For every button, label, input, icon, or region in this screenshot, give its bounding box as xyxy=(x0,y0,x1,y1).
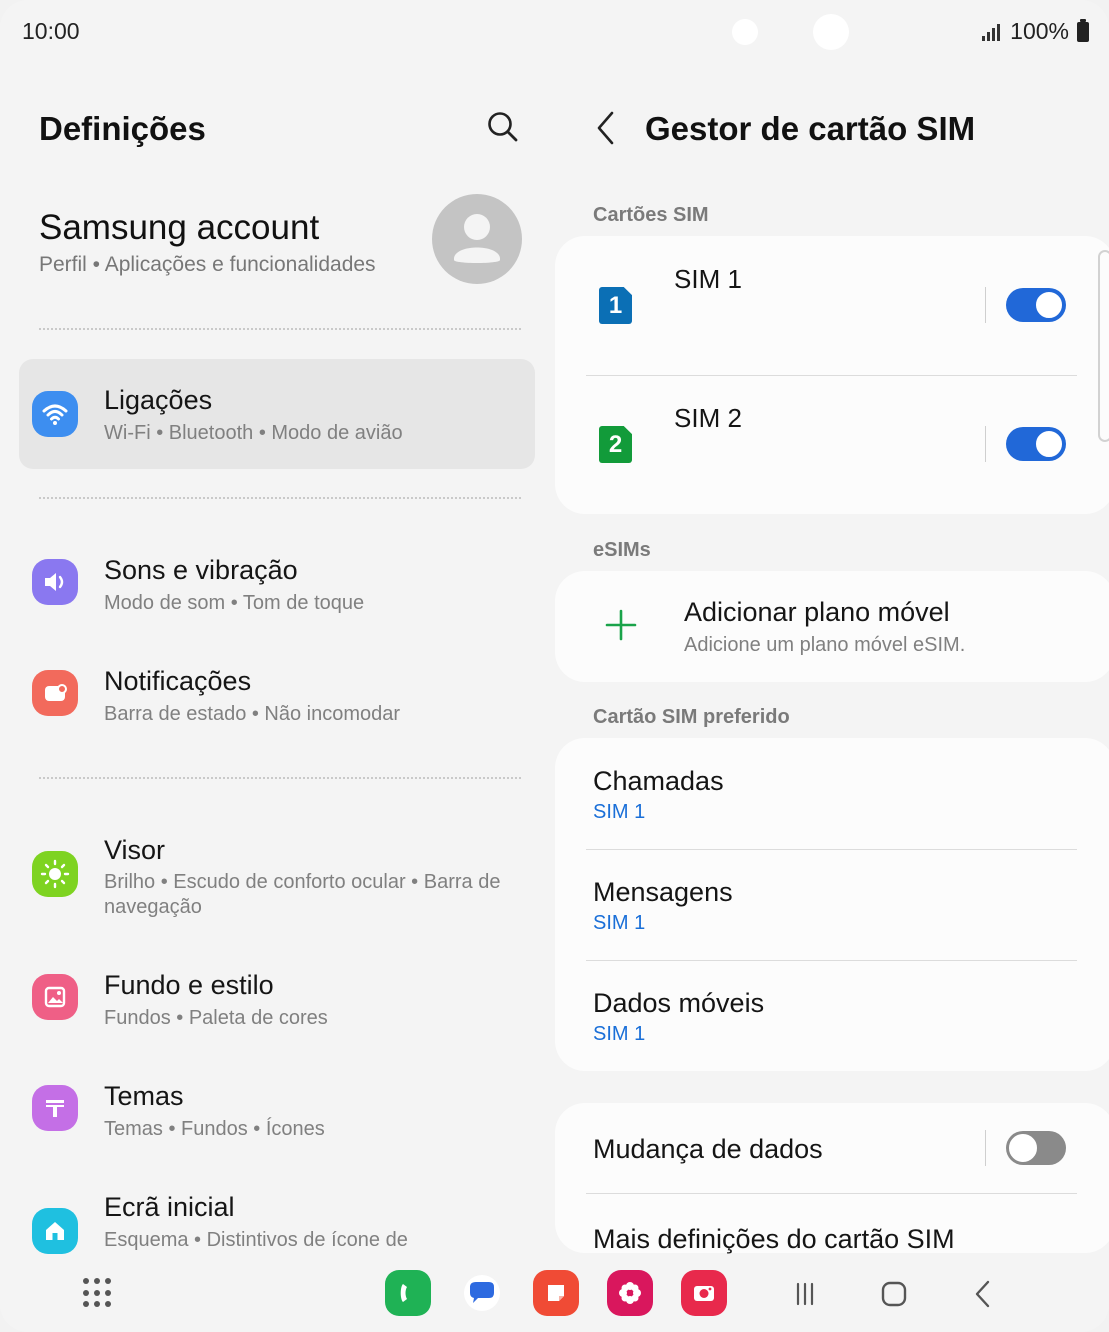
menu-item-title: Temas xyxy=(104,1081,184,1111)
signal-icon xyxy=(982,23,1001,41)
add-plan-subtitle: Adicione um plano móvel eSIM. xyxy=(684,634,966,656)
phone-app-icon[interactable] xyxy=(385,1270,431,1316)
sim2-toggle[interactable] xyxy=(1006,427,1066,461)
chevron-left-icon xyxy=(975,1280,990,1308)
add-plan-title: Adicionar plano móvel xyxy=(684,597,950,627)
notification-icon xyxy=(32,670,78,716)
menu-item-display[interactable]: Visor Brilho • Escudo de conforto ocular… xyxy=(19,825,535,935)
divider xyxy=(586,1193,1077,1194)
menu-item-subtitle: Wi-Fi • Bluetooth • Modo de avião xyxy=(104,422,403,444)
notes-app-icon[interactable] xyxy=(533,1270,579,1316)
search-button[interactable] xyxy=(482,106,524,148)
status-time: 10:00 xyxy=(22,18,80,44)
gallery-app-icon[interactable] xyxy=(607,1270,653,1316)
menu-item-notifications[interactable]: Notificações Barra de estado • Não incom… xyxy=(19,656,535,736)
home-icon xyxy=(32,1208,78,1254)
screen: 10:00 100% Definições Samsung account Pe… xyxy=(0,0,1109,1332)
divider xyxy=(39,777,521,779)
wifi-icon xyxy=(32,391,78,437)
divider xyxy=(985,426,986,462)
divider xyxy=(985,1130,986,1166)
menu-item-subtitle: Modo de som • Tom de toque xyxy=(104,592,365,614)
menu-item-title: Ecrã inicial xyxy=(104,1192,235,1222)
preferred-title: Mensagens xyxy=(593,877,733,907)
recents-icon xyxy=(796,1282,814,1306)
divider xyxy=(39,328,521,330)
preferred-value: SIM 1 xyxy=(593,801,646,823)
preferred-title: Dados móveis xyxy=(593,988,765,1018)
nav-back-button[interactable] xyxy=(964,1275,1002,1313)
preferred-value: SIM 1 xyxy=(593,1023,646,1045)
camera-cutout xyxy=(813,14,849,50)
menu-item-title: Fundo e estilo xyxy=(104,970,274,1000)
samsung-account-subtitle: Perfil • Aplicações e funcionalidades xyxy=(39,253,376,276)
menu-item-sounds[interactable]: Sons e vibração Modo de som • Tom de toq… xyxy=(19,545,535,625)
menu-item-connections[interactable]: Ligações Wi-Fi • Bluetooth • Modo de avi… xyxy=(19,359,535,469)
chevron-left-icon xyxy=(597,111,614,145)
menu-item-subtitle: Temas • Fundos • Ícones xyxy=(104,1118,325,1140)
menu-item-home-screen[interactable]: Ecrã inicial Esquema • Distintivos de íc… xyxy=(19,1182,535,1256)
brightness-icon xyxy=(32,851,78,897)
sim-label: SIM 2 xyxy=(674,403,742,433)
menu-item-subtitle: Brilho • Escudo de conforto ocular • Bar… xyxy=(104,871,501,918)
status-right: 100% xyxy=(982,18,1089,45)
sim1-badge-icon: 1 xyxy=(599,287,632,324)
divider xyxy=(586,960,1077,961)
battery-percent: 100% xyxy=(1010,18,1069,44)
data-switch-title: Mudança de dados xyxy=(593,1134,823,1164)
menu-item-wallpaper[interactable]: Fundo e estilo Fundos • Paleta de cores xyxy=(19,960,535,1040)
menu-item-title: Sons e vibração xyxy=(104,555,298,585)
menu-item-subtitle: Barra de estado • Não incomodar xyxy=(104,703,401,725)
divider xyxy=(586,849,1077,850)
sim1-toggle[interactable] xyxy=(1006,288,1066,322)
section-label-preferred: Cartão SIM preferido xyxy=(593,706,790,728)
apps-grid-icon[interactable] xyxy=(83,1278,113,1308)
menu-item-subtitle: Esquema • Distintivos de ícone de xyxy=(104,1229,408,1251)
camera-app-icon[interactable] xyxy=(681,1270,727,1316)
battery-icon xyxy=(1077,18,1089,42)
sound-icon xyxy=(32,559,78,605)
messages-app-icon[interactable] xyxy=(459,1270,505,1316)
plus-icon xyxy=(605,609,637,641)
menu-item-title: Notificações xyxy=(104,666,252,696)
more-sim-settings[interactable]: Mais definições do cartão SIM xyxy=(593,1224,955,1255)
menu-item-title: Visor xyxy=(104,835,166,865)
camera-cutout xyxy=(732,19,758,45)
page-title: Definições xyxy=(39,110,206,147)
search-icon xyxy=(488,112,518,142)
avatar[interactable] xyxy=(432,194,522,284)
themes-icon xyxy=(32,1085,78,1131)
samsung-account-title[interactable]: Samsung account xyxy=(39,208,319,248)
home-square-icon xyxy=(881,1281,907,1307)
user-icon xyxy=(454,214,500,263)
recents-button[interactable] xyxy=(786,1275,824,1313)
preferred-value: SIM 1 xyxy=(593,912,646,934)
section-label-esims: eSIMs xyxy=(593,539,651,561)
divider xyxy=(39,497,521,499)
scrollbar[interactable] xyxy=(1098,250,1109,442)
section-label-sim-cards: Cartões SIM xyxy=(593,204,709,226)
menu-item-title: Ligações xyxy=(104,385,213,415)
preferred-title: Chamadas xyxy=(593,766,724,796)
home-button[interactable] xyxy=(875,1275,913,1313)
sim2-badge-icon: 2 xyxy=(599,426,632,463)
divider xyxy=(586,375,1077,376)
wallpaper-icon xyxy=(32,974,78,1020)
back-button[interactable] xyxy=(588,108,624,148)
menu-item-subtitle: Fundos • Paleta de cores xyxy=(104,1007,328,1029)
sim-label: SIM 1 xyxy=(674,264,742,294)
menu-item-themes[interactable]: Temas Temas • Fundos • Ícones xyxy=(19,1071,535,1151)
page-title: Gestor de cartão SIM xyxy=(645,110,976,147)
data-switch-toggle[interactable] xyxy=(1006,1131,1066,1165)
divider xyxy=(985,287,986,323)
